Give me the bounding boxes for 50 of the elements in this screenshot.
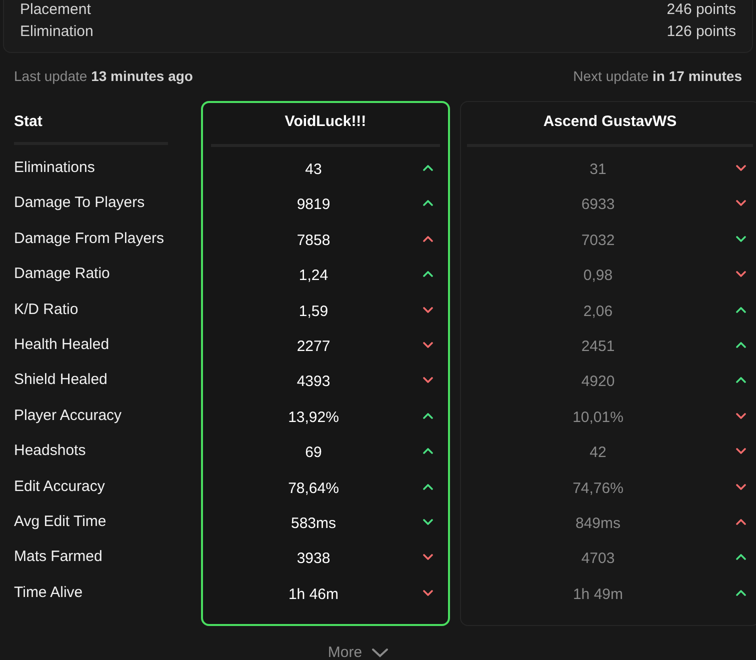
stat-label: K/D Ratio — [14, 300, 78, 320]
stat-label: Time Alive — [14, 582, 83, 603]
stat-value: 42 — [590, 443, 606, 464]
stat-value: 31 — [590, 160, 606, 180]
stat-value: 2451 — [581, 336, 615, 357]
stat-value: 74,76% — [572, 478, 624, 499]
stat-value: 10,01% — [572, 408, 624, 428]
last-update-text: Last update 13 minutes ago — [14, 67, 193, 86]
stat-value: 7858 — [296, 230, 330, 251]
stat-value: 1,59 — [298, 302, 328, 322]
stat-value: 4393 — [296, 372, 330, 392]
stat-value: 7032 — [581, 230, 615, 251]
summary-label: Elimination — [20, 22, 94, 42]
stat-value: 43 — [305, 160, 322, 180]
summary-value: 126 points — [666, 22, 736, 42]
stat-label: Player Accuracy — [14, 406, 122, 426]
summary-label: Placement — [20, 0, 91, 20]
more-button[interactable]: More — [328, 642, 388, 660]
stat-label: Damage From Players — [14, 228, 164, 249]
stat-value: 1h 49m — [572, 584, 624, 605]
player-name: VoidLuck!!! — [284, 112, 366, 132]
stat-value: 1h 46m — [288, 584, 339, 605]
stat-value: 13,92% — [288, 408, 339, 428]
stat-value: 69 — [305, 443, 322, 464]
chevron-down-icon — [372, 648, 388, 658]
stat-value: 2,06 — [583, 302, 613, 322]
stat-value: 4920 — [581, 372, 615, 392]
stat-label: Health Healed — [14, 334, 110, 355]
stat-value: 583ms — [290, 514, 336, 534]
stat-label: Headshots — [14, 441, 86, 462]
stat-header: Stat — [14, 112, 42, 132]
stat-value: 9819 — [296, 195, 330, 216]
stat-label: Eliminations — [14, 158, 95, 178]
stat-value: 849ms — [575, 514, 621, 534]
summary-value: 246 points — [666, 0, 736, 20]
stat-label: Damage To Players — [14, 193, 145, 214]
stat-value: 1,24 — [298, 266, 328, 286]
stat-label: Avg Edit Time — [14, 512, 106, 532]
stat-label: Edit Accuracy — [14, 476, 105, 497]
stat-value: 0,98 — [583, 266, 613, 286]
stat-value: 78,64% — [288, 478, 339, 499]
stat-label: Damage Ratio — [14, 264, 110, 284]
stat-value: 3938 — [296, 549, 330, 570]
stat-value: 2277 — [296, 336, 330, 357]
next-update-text: Next update in 17 minutes — [573, 67, 742, 86]
stat-label: Shield Healed — [14, 370, 108, 390]
stat-value: 4703 — [581, 549, 615, 570]
stat-value: 6933 — [581, 195, 615, 216]
player-name: Ascend GustavWS — [543, 112, 677, 132]
stat-label: Mats Farmed — [14, 547, 102, 568]
